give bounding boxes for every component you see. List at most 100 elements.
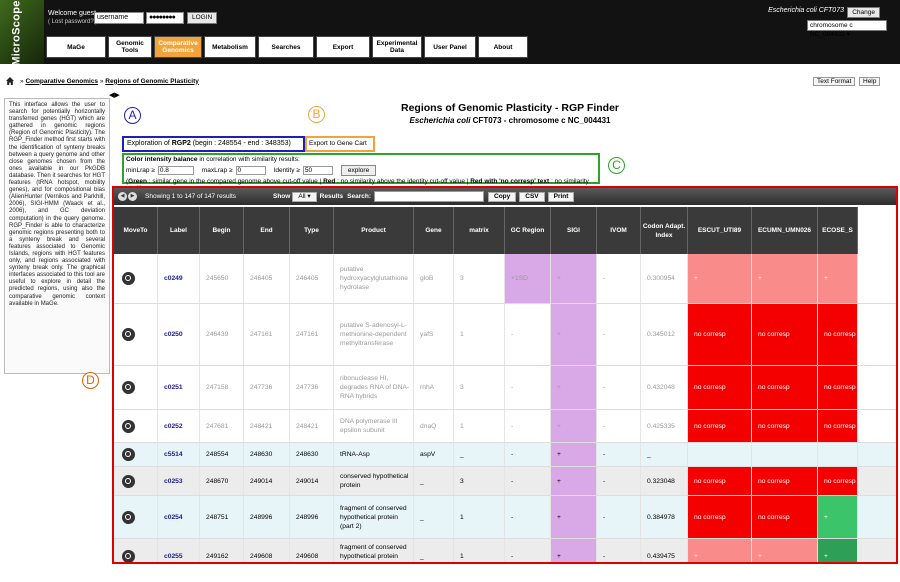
table-cell: putative hydroxyacylglutathione hydrolas… xyxy=(334,254,414,303)
cell-label[interactable]: c5514 xyxy=(164,450,183,459)
help-button[interactable]: Help xyxy=(859,77,881,86)
breadcrumb-rgp[interactable]: Regions of Genomic Plasticity xyxy=(105,78,199,85)
magnifier-icon[interactable] xyxy=(122,448,135,461)
magnifier-icon[interactable] xyxy=(122,550,135,562)
cell-ivom: - xyxy=(603,422,606,430)
table-cell[interactable]: c0254 xyxy=(158,496,200,538)
cell-label[interactable]: c0255 xyxy=(164,552,183,561)
nav-comparative-genomics[interactable]: Comparative Genomics xyxy=(154,36,202,58)
col-header-ivom[interactable]: IVOM xyxy=(597,207,641,254)
show-count-select[interactable]: All ▾ xyxy=(292,191,317,202)
nav-experimental-data[interactable]: Experimental Data xyxy=(372,36,422,58)
table-cell[interactable]: c0252 xyxy=(158,410,200,442)
nav-user-panel[interactable]: User Panel xyxy=(424,36,476,58)
col-header-gc-region[interactable]: GC Region xyxy=(505,207,551,254)
table-cell[interactable]: c0250 xyxy=(158,304,200,365)
table-cell: + xyxy=(551,254,597,303)
breadcrumb-comparative-genomics[interactable]: Comparative Genomics xyxy=(25,78,98,85)
cell-label[interactable]: c0250 xyxy=(164,330,183,339)
table-cell: + xyxy=(551,443,597,466)
change-organism-button[interactable]: Change xyxy=(847,7,880,18)
moveto-cell[interactable] xyxy=(114,410,158,442)
nav-metabolism[interactable]: Metabolism xyxy=(204,36,256,58)
col-header-ecose-s[interactable]: ECOSE_S xyxy=(818,207,858,254)
col-header-label[interactable]: Label xyxy=(158,207,200,254)
moveto-cell[interactable] xyxy=(114,254,158,303)
table-search-input[interactable] xyxy=(374,191,484,202)
identity-input[interactable]: 50 xyxy=(302,166,333,175)
magnifier-icon[interactable] xyxy=(122,474,135,488)
copy-button[interactable]: Copy xyxy=(488,191,517,202)
moveto-cell[interactable] xyxy=(114,467,158,495)
cell-escut-uti89: no corresp xyxy=(694,477,726,485)
moveto-cell[interactable] xyxy=(114,304,158,365)
home-icon[interactable] xyxy=(6,77,14,85)
nav-searches[interactable]: Searches xyxy=(258,36,314,58)
cell-escut-uti89: no corresp xyxy=(694,331,726,338)
collapse-sidebar-icon[interactable]: ◀▶ xyxy=(109,91,120,99)
col-header-gene[interactable]: Gene xyxy=(414,207,454,254)
nav-mage[interactable]: MaGe xyxy=(46,36,106,58)
table-cell[interactable]: c0255 xyxy=(158,539,200,562)
moveto-cell[interactable] xyxy=(114,496,158,538)
cell-type: 247736 xyxy=(296,384,319,391)
nav-about[interactable]: About xyxy=(478,36,528,58)
col-header-sigi[interactable]: SIGI xyxy=(551,207,597,254)
export-gene-cart-button[interactable]: Export to Gene Cart xyxy=(305,136,375,152)
table-cell[interactable]: c5514 xyxy=(158,443,200,466)
results-count: Showing 1 to 147 of 147 results xyxy=(145,193,237,200)
minlrap-input[interactable]: 0.8 xyxy=(157,166,194,175)
table-cell[interactable]: c0251 xyxy=(158,366,200,409)
pager-arrows-icon[interactable]: ◀ ▶ xyxy=(118,192,137,201)
microscope-logo[interactable]: MicroScope xyxy=(0,0,44,66)
maxlrap-input[interactable]: 0 xyxy=(235,166,266,175)
table-cell[interactable]: c0249 xyxy=(158,254,200,303)
cell-label[interactable]: c0253 xyxy=(164,477,183,486)
moveto-cell[interactable] xyxy=(114,539,158,562)
table-cell: 246405 xyxy=(290,254,334,303)
cell-begin: 245650 xyxy=(206,275,229,282)
magnifier-icon[interactable] xyxy=(122,510,135,524)
password-input[interactable]: ●●●●●●●● xyxy=(146,12,184,24)
cell-label[interactable]: c0252 xyxy=(164,422,183,431)
col-header-codon-adapt-index[interactable]: Codon Adapt. Index xyxy=(641,207,688,254)
cell-label[interactable]: c0251 xyxy=(164,383,183,392)
magnifier-icon[interactable] xyxy=(122,419,135,433)
nav-genomic-tools[interactable]: Genomic Tools xyxy=(108,36,152,58)
col-header-begin[interactable]: Begin xyxy=(200,207,244,254)
table-cell: 0.432048 xyxy=(641,366,688,409)
cell-label[interactable]: c0249 xyxy=(164,274,183,283)
table-row: c5514 248554 248630 248630 tRNA-Asp aspV _ - + - _ xyxy=(114,443,896,467)
cell-ecumn-umn026: + xyxy=(758,275,762,282)
table-cell: _ xyxy=(414,496,454,538)
col-header-type[interactable]: Type xyxy=(290,207,334,254)
cell-type: 247161 xyxy=(296,331,319,338)
explore-button[interactable]: explore xyxy=(340,165,377,176)
col-header-moveto[interactable]: MoveTo xyxy=(114,207,158,254)
chromosome-select[interactable]: chromosome c NC_004431 ▾ xyxy=(807,20,887,38)
cell-ivom: - xyxy=(603,477,606,485)
col-header-escut-uti89[interactable]: ESCUT_UTI89 xyxy=(688,207,752,254)
login-button[interactable]: LOGIN xyxy=(187,12,218,24)
table-cell: - xyxy=(505,443,551,466)
text-format-button[interactable]: Text Format xyxy=(813,77,856,86)
moveto-cell[interactable] xyxy=(114,443,158,466)
csv-button[interactable]: CSV xyxy=(519,191,545,202)
col-header-ecumn-umn026[interactable]: ECUMN_UMN026 xyxy=(752,207,818,254)
username-input[interactable]: username xyxy=(94,12,144,24)
col-header-matrix[interactable]: matrix xyxy=(454,207,505,254)
cell-label[interactable]: c0254 xyxy=(164,513,183,522)
magnifier-icon[interactable] xyxy=(122,272,135,285)
table-cell: 245650 xyxy=(200,254,244,303)
print-button[interactable]: Print xyxy=(547,191,575,202)
nav-export[interactable]: Export xyxy=(316,36,370,58)
table-cell: + xyxy=(818,496,858,538)
col-header-end[interactable]: End xyxy=(244,207,290,254)
magnifier-icon[interactable] xyxy=(122,381,135,394)
main-nav: MaGe Genomic Tools Comparative Genomics Met… xyxy=(46,36,530,58)
lost-password-link[interactable]: ( Lost password? ) xyxy=(48,19,97,25)
col-header-product[interactable]: Product xyxy=(334,207,414,254)
table-cell[interactable]: c0253 xyxy=(158,467,200,495)
magnifier-icon[interactable] xyxy=(122,328,135,341)
moveto-cell[interactable] xyxy=(114,366,158,409)
